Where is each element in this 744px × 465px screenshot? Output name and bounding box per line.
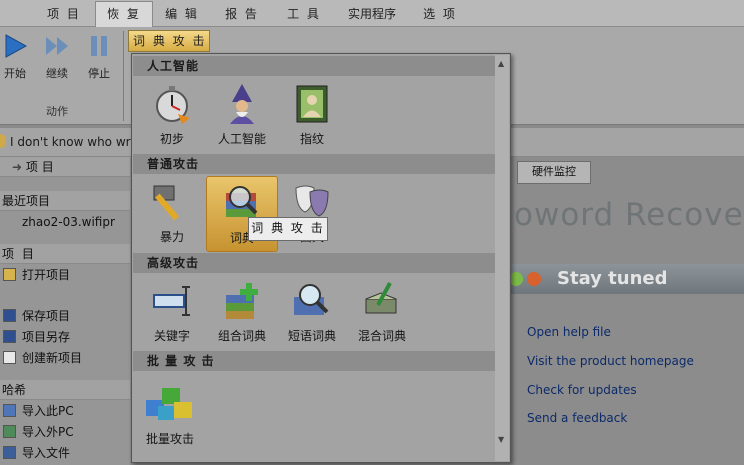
menu-item-brute-force[interactable]: 暴力 [136,176,208,252]
start-button[interactable]: 开始 [0,33,30,81]
product-homepage-link[interactable]: Visit the product homepage [527,354,694,368]
folder-open-icon [3,268,16,281]
open-help-link[interactable]: Open help file [527,325,611,339]
project-section-header: 项 目 [0,244,130,264]
pause-icon [86,33,112,59]
menu-item-ai[interactable]: 人工智能 [206,78,278,154]
combined-dictionary-icon [222,281,262,321]
dictionary-attack-dropdown[interactable]: 词 典 攻 击 ▾ [128,30,210,68]
menu-section-batch: 批 量 攻 击 [133,351,495,371]
info-icon [0,134,6,148]
tab-recovery[interactable]: 恢 复 [95,1,153,27]
menu-item-batch-attack[interactable]: 批量攻击 [134,374,206,450]
continue-button[interactable]: 继续 [42,33,72,81]
tab-report[interactable]: 报 告 [222,4,262,26]
menu-scrollbar[interactable]: ▲ ▼ [495,55,509,461]
fingerprint-icon [292,84,332,124]
save-as-item[interactable]: 项目另存 [3,327,70,347]
menu-item-keyword[interactable]: 关键字 [136,275,208,351]
send-feedback-link[interactable]: Send a feedback [527,411,627,425]
check-updates-link[interactable]: Check for updates [527,383,637,397]
file-icon [3,446,16,459]
new-document-icon [3,351,16,364]
recent-projects-header: 最近项目 [0,191,130,211]
tab-tools[interactable]: 工 具 [284,4,324,26]
menu-section-advanced: 高级攻击 [133,253,495,273]
tab-hardware-monitor[interactable]: 硬件监控 [517,161,591,184]
phrase-dictionary-icon [292,281,332,321]
save-icon [3,309,16,322]
fast-forward-icon [44,33,70,59]
tab-utilities[interactable]: 实用程序 [344,4,400,26]
stopwatch-icon [152,84,192,124]
scroll-up-icon[interactable]: ▲ [498,59,504,68]
info-text: I don't know who wro [10,135,138,149]
menu-item-preliminary[interactable]: 初步 [136,78,208,154]
menu-item-fingerprint[interactable]: 指纹 [276,78,348,154]
scroll-down-icon[interactable]: ▼ [498,435,504,444]
hash-section-header: 哈希 [0,380,130,400]
stay-tuned-title: Stay tuned [557,268,668,289]
mask-icon [292,182,332,222]
menu-item-combined-dictionary[interactable]: 组合词典 [206,275,278,351]
menu-section-normal: 普通攻击 [133,154,495,174]
save-as-icon [3,330,16,343]
product-banner: oword Recover [514,197,744,233]
stop-button[interactable]: 停止 [84,33,114,81]
left-panel: ➜ 项 目 最近项目 zhao2-03.wifipr 项 目 打开项目 保存项目… [0,157,130,465]
computer-icon [3,404,16,417]
tab-edit[interactable]: 编 辑 [162,4,202,26]
import-local-pc-item[interactable]: 导入此PC [3,401,74,421]
ribbon-separator [123,31,124,121]
wizard-icon [222,84,262,124]
hybrid-dictionary-icon [362,281,402,321]
recent-project-file[interactable]: zhao2-03.wifipr [22,212,115,232]
menu-item-phrase-dictionary[interactable]: 短语词典 [276,275,348,351]
tooltip-dictionary-attack: 词 典 攻 击 [248,217,328,241]
import-file-item[interactable]: 导入文件 [3,443,70,463]
new-project-item[interactable]: 创建新项目 [3,348,82,368]
play-icon [2,33,28,59]
group-label-action: 动作 [46,105,68,118]
network-computer-icon [3,425,16,438]
save-project-item[interactable]: 保存项目 [3,306,70,326]
menu-item-hybrid-dictionary[interactable]: 混合词典 [346,275,418,351]
tab-options[interactable]: 选 项 [420,4,460,26]
green-dot-icon [509,272,523,286]
puzzle-icon [144,380,196,424]
attack-type-menu: 人工智能 初步 人工智能 指纹 普通攻击 暴力 词典 面具 高级 [131,53,511,463]
tab-project[interactable]: 项 目 [44,4,84,26]
project-panel-header[interactable]: ➜ 项 目 [0,157,130,177]
ribbon-tab-bar: 项 目 恢 复 编 辑 报 告 工 具 实用程序 选 项 [0,0,744,27]
open-project-item[interactable]: 打开项目 [3,265,70,285]
arrow-right-icon: ➜ [12,160,26,174]
orange-dot-icon [527,272,541,286]
keyword-icon [152,281,192,321]
import-remote-pc-item[interactable]: 导入外PC [3,422,74,442]
hammer-icon [152,182,192,222]
menu-section-ai: 人工智能 [133,56,495,76]
